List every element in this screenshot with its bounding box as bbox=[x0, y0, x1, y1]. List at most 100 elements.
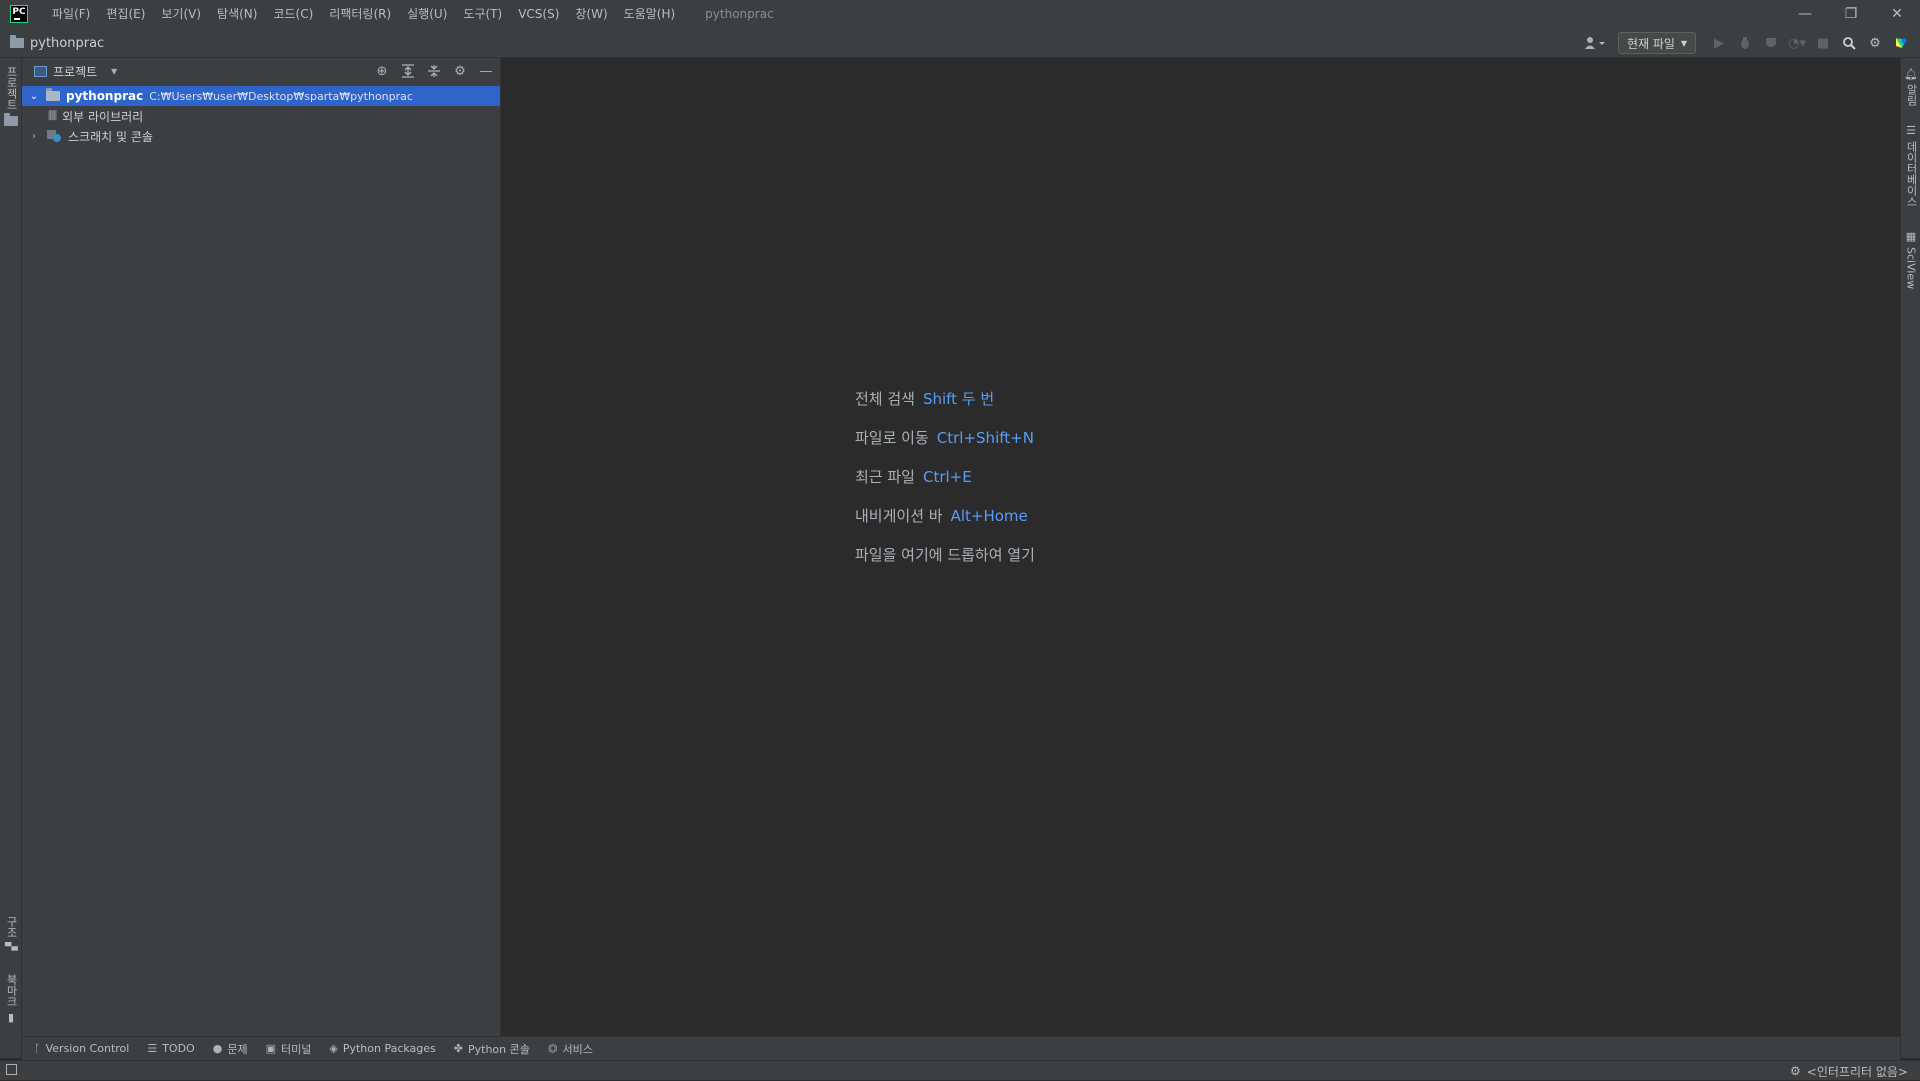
restore-button[interactable]: ❐ bbox=[1828, 0, 1874, 28]
python-console-tab[interactable]: ✤ Python 콘솔 bbox=[454, 1041, 530, 1057]
folder-icon bbox=[4, 113, 18, 126]
expand-arrows-icon bbox=[402, 64, 414, 78]
menu-file[interactable]: 파일(F) bbox=[44, 0, 98, 28]
locate-file-icon[interactable]: ⊕ bbox=[372, 61, 392, 81]
terminal-tab[interactable]: ▣ 터미널 bbox=[266, 1041, 312, 1057]
bell-icon: 🔔︎ bbox=[1904, 66, 1918, 80]
bookmarks-tool-tab[interactable]: 북마크 ▮ bbox=[2, 974, 20, 1024]
grid-icon: ▦ bbox=[1904, 230, 1918, 243]
chevron-right-icon[interactable]: › bbox=[28, 131, 40, 142]
toggle-tool-windows-icon[interactable] bbox=[6, 1064, 17, 1075]
database-tool-tab[interactable]: ☰ 데이터베이스 bbox=[1902, 124, 1920, 207]
sciview-tool-tab[interactable]: ▦ SciView bbox=[1902, 230, 1920, 289]
hide-panel-icon[interactable]: — bbox=[476, 61, 496, 81]
project-panel-tools: ⊕ ⚙ — bbox=[372, 58, 496, 84]
todo-tab[interactable]: ☰ TODO bbox=[147, 1042, 194, 1055]
main-menu: 파일(F) 편집(E) 보기(V) 탐색(N) 코드(C) 리팩터링(R) 실행… bbox=[44, 0, 683, 28]
breadcrumb-project[interactable]: pythonprac bbox=[30, 36, 104, 51]
problems-tab[interactable]: ● 문제 bbox=[213, 1041, 248, 1057]
menu-tools[interactable]: 도구(T) bbox=[455, 0, 510, 28]
terminal-icon: ▣ bbox=[265, 1042, 276, 1055]
version-control-tab[interactable]: ᚴ Version Control bbox=[34, 1042, 129, 1055]
tree-item-project-root[interactable]: ⌄ pythonprac C:₩Users₩user₩Desktop₩spart… bbox=[22, 86, 500, 106]
tree-item-label: pythonprac bbox=[66, 89, 144, 103]
shortcut-label: Alt+Home bbox=[950, 507, 1028, 525]
chevron-down-icon: ▾ bbox=[111, 64, 118, 78]
structure-tool-tab[interactable]: 구조 ▞ bbox=[2, 916, 20, 950]
user-dropdown-icon bbox=[1584, 37, 1605, 49]
menu-help[interactable]: 도움말(H) bbox=[616, 0, 684, 28]
settings-gear-icon[interactable]: ⚙ bbox=[1864, 32, 1886, 54]
window-controls: — ❐ ✕ bbox=[1782, 0, 1920, 28]
services-tab[interactable]: ⏣ 서비스 bbox=[548, 1041, 593, 1057]
chevron-down-icon: ▾ bbox=[1680, 36, 1687, 50]
menu-refactor[interactable]: 리팩터링(R) bbox=[321, 0, 399, 28]
hint-goto-file: 파일로 이동 Ctrl+Shift+N bbox=[855, 429, 1034, 447]
notifications-tool-tab[interactable]: 🔔︎ 알림 bbox=[1902, 66, 1920, 106]
close-button[interactable]: ✕ bbox=[1874, 0, 1920, 28]
branch-icon: ᚴ bbox=[34, 1042, 41, 1055]
database-icon: ☰ bbox=[1904, 124, 1918, 137]
tree-item-external-libraries[interactable]: ⫼⫼ 외부 라이브러리 bbox=[22, 106, 500, 126]
pycharm-logo-icon: PC bbox=[10, 5, 28, 23]
hint-navigation-bar: 내비게이션 바 Alt+Home bbox=[855, 507, 1028, 525]
run-icon[interactable]: ▶ bbox=[1708, 32, 1730, 54]
library-icon: ⫼⫼ bbox=[48, 109, 57, 122]
interpreter-label: <인터프리터 없음> bbox=[1806, 1064, 1908, 1079]
settings-gear-icon[interactable]: ⚙ bbox=[450, 61, 470, 81]
project-tool-tab[interactable]: 프로젝트 bbox=[2, 66, 20, 126]
project-panel: 프로젝트 ▾ ⊕ ⚙ — ⌄ pythonprac C:₩Users₩user₩… bbox=[22, 58, 501, 1036]
menu-vcs[interactable]: VCS(S) bbox=[510, 0, 567, 28]
python-console-icon: ✤ bbox=[453, 1042, 463, 1055]
interpreter-selector[interactable]: ⚙ <인터프리터 없음> bbox=[1790, 1061, 1908, 1081]
debug-icon[interactable] bbox=[1734, 32, 1756, 54]
menu-view[interactable]: 보기(V) bbox=[153, 0, 209, 28]
chevron-down-icon[interactable]: ⌄ bbox=[28, 91, 40, 102]
shortcut-label: Shift 두 번 bbox=[922, 390, 995, 408]
structure-icon: ▞ bbox=[4, 942, 18, 951]
todo-list-icon: ☰ bbox=[147, 1042, 158, 1055]
editor-area[interactable]: 전체 검색 Shift 두 번 파일로 이동 Ctrl+Shift+N 최근 파일 C… bbox=[502, 58, 1899, 1036]
menu-edit[interactable]: 편집(E) bbox=[98, 0, 153, 28]
coverage-icon[interactable] bbox=[1760, 32, 1782, 54]
shortcut-label: Ctrl+Shift+N bbox=[936, 429, 1034, 447]
run-config-label: 현재 파일 bbox=[1626, 36, 1675, 51]
run-config-selector[interactable]: 현재 파일 ▾ bbox=[1617, 32, 1696, 54]
collapse-all-icon[interactable] bbox=[424, 61, 444, 81]
shortcut-label: Ctrl+E bbox=[922, 468, 972, 486]
project-panel-header: 프로젝트 ▾ ⊕ ⚙ — bbox=[22, 58, 500, 84]
project-view-icon bbox=[34, 65, 47, 77]
bookmark-icon: ▮ bbox=[4, 1011, 18, 1024]
tree-item-scratches[interactable]: › 스크래치 및 콘솔 bbox=[22, 126, 500, 146]
status-bar: ⚙ <인터프리터 없음> bbox=[0, 1060, 1920, 1080]
menu-window[interactable]: 창(W) bbox=[567, 0, 615, 28]
profile-icon[interactable]: ◔▾ bbox=[1786, 32, 1808, 54]
python-packages-tab[interactable]: ◈ Python Packages bbox=[329, 1042, 435, 1055]
navbar-actions: 현재 파일 ▾ ▶ ◔▾ ■ ⚙ bbox=[1584, 28, 1912, 58]
menu-run[interactable]: 실행(U) bbox=[399, 0, 455, 28]
title-bar: PC 파일(F) 편집(E) 보기(V) 탐색(N) 코드(C) 리팩터링(R)… bbox=[0, 0, 1920, 28]
account-icon[interactable] bbox=[1584, 32, 1606, 54]
search-icon[interactable] bbox=[1838, 32, 1860, 54]
minimize-button[interactable]: — bbox=[1782, 0, 1828, 28]
folder-icon bbox=[10, 35, 24, 48]
packages-icon: ◈ bbox=[329, 1042, 338, 1055]
jetbrains-ai-icon[interactable] bbox=[1890, 32, 1912, 54]
left-tool-strip: 프로젝트 구조 ▞ 북마크 ▮ bbox=[0, 58, 22, 1058]
menu-code[interactable]: 코드(C) bbox=[265, 0, 321, 28]
magnifier-icon bbox=[1843, 37, 1856, 50]
hint-recent-files: 최근 파일 Ctrl+E bbox=[855, 468, 972, 486]
project-view-selector[interactable]: 프로젝트 ▾ bbox=[34, 63, 117, 80]
breadcrumb[interactable]: pythonprac bbox=[10, 28, 104, 58]
right-tool-strip: 🔔︎ 알림 ☰ 데이터베이스 ▦ SciView bbox=[1900, 58, 1920, 1058]
hint-search-everywhere: 전체 검색 Shift 두 번 bbox=[855, 390, 995, 408]
expand-all-icon[interactable] bbox=[398, 61, 418, 81]
menu-navigate[interactable]: 탐색(N) bbox=[209, 0, 265, 28]
folder-icon bbox=[46, 88, 60, 101]
hint-drop-files: 파일을 여기에 드롭하여 열기 bbox=[855, 546, 1035, 564]
stop-icon[interactable]: ■ bbox=[1812, 32, 1834, 54]
scratch-icon bbox=[47, 130, 61, 142]
interpreter-icon: ⚙ bbox=[1790, 1064, 1801, 1078]
problems-icon: ● bbox=[212, 1042, 223, 1055]
bug-icon bbox=[1741, 37, 1749, 49]
